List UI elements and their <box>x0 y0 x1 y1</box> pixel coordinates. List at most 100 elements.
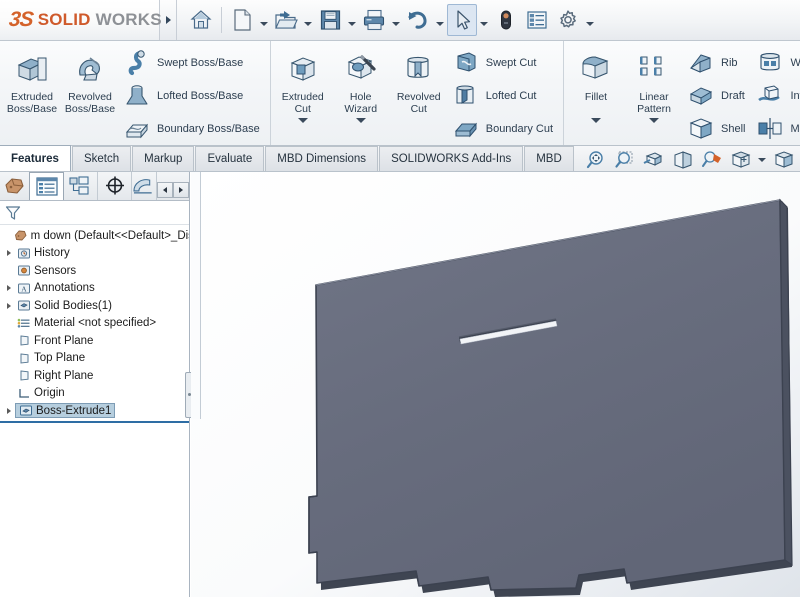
tree-item-front-plane[interactable]: Front Plane <box>0 332 189 350</box>
new-document-dropdown[interactable] <box>258 4 270 36</box>
intersect-button[interactable]: Intersect <box>752 80 800 113</box>
solid-bodies-icon <box>15 299 32 312</box>
boss-base-group: Extruded Boss/Base Revolved Boss/Base Sw… <box>0 41 270 145</box>
tree-item-root[interactable]: m down (Default<<Default>_Displa <box>0 227 189 245</box>
select-dropdown[interactable] <box>478 4 490 36</box>
tab-mbd[interactable]: MBD <box>524 146 574 171</box>
wrap-button[interactable]: Wrap <box>752 47 800 80</box>
extruded-cut-dropdown[interactable] <box>297 118 308 141</box>
tree-expander[interactable] <box>2 285 15 292</box>
tree-expander[interactable] <box>2 250 15 257</box>
fillet-dropdown[interactable] <box>591 118 601 141</box>
features-small-buttons-2: Wrap Intersect <box>752 43 800 145</box>
mirror-button[interactable]: Mirror <box>752 112 800 145</box>
revolved-cut-button[interactable]: Revolved Cut <box>390 43 448 145</box>
tab-features[interactable]: Features <box>0 145 71 171</box>
tree-expander[interactable] <box>2 302 15 309</box>
display-style-button[interactable] <box>698 148 725 172</box>
linear-pattern-dropdown[interactable] <box>649 118 659 141</box>
chevron-down-icon <box>757 158 766 162</box>
feature-tree-flyout-edge[interactable] <box>191 172 201 419</box>
logo-works-text: WORKS <box>95 10 162 29</box>
hole-wizard-button[interactable]: Hole Wizard <box>332 43 390 145</box>
chevron-down-icon <box>436 22 444 26</box>
print-button[interactable] <box>359 4 389 36</box>
swept-boss-base-button[interactable]: Swept Boss/Base <box>119 47 267 80</box>
solidworks-logo[interactable]: 3S SOLID WORKS <box>0 0 162 40</box>
open-document-dropdown[interactable] <box>302 4 314 36</box>
undo-dropdown[interactable] <box>434 4 446 36</box>
open-document-button[interactable] <box>271 4 301 36</box>
quick-access-toolbar: 3S SOLID WORKS <box>0 0 800 41</box>
zoom-to-fit-button[interactable] <box>582 148 609 172</box>
revolve-cut-icon <box>402 51 436 89</box>
tree-item-solid-bodies[interactable]: Solid Bodies(1) <box>0 297 189 315</box>
tree-item-boss-extrude1[interactable]: Boss-Extrude1 <box>0 402 189 420</box>
save-button[interactable] <box>315 4 345 36</box>
section-view-button[interactable] <box>669 148 696 172</box>
fillet-button[interactable]: Fillet <box>567 43 625 145</box>
boss-extrude-icon <box>17 404 34 417</box>
lofted-cut-label: Lofted Cut <box>485 90 537 102</box>
revolved-boss-base-button[interactable]: Revolved Boss/Base <box>61 43 119 145</box>
draft-button[interactable]: Draft <box>683 80 752 113</box>
new-document-button[interactable] <box>227 4 257 36</box>
swept-cut-button[interactable]: Swept Cut <box>448 47 560 80</box>
panel-next-button[interactable] <box>173 182 190 198</box>
feature-manager-tree-tab[interactable] <box>29 172 64 200</box>
display-options-button[interactable] <box>522 4 552 36</box>
hole-wizard-dropdown[interactable] <box>355 118 366 141</box>
zoom-to-area-button[interactable] <box>611 148 638 172</box>
select-button[interactable] <box>447 4 477 36</box>
configuration-manager-tab[interactable] <box>98 172 133 200</box>
tab-solidworks-add-ins[interactable]: SOLIDWORKS Add-Ins <box>379 146 524 171</box>
swept-boss-base-label: Swept Boss/Base <box>157 57 244 70</box>
appearance-button[interactable] <box>769 148 796 172</box>
lofted-cut-button[interactable]: Lofted Cut <box>448 80 560 113</box>
feature-manager-part-tab[interactable] <box>0 172 29 200</box>
boundary-boss-base-button[interactable]: Boundary Boss/Base <box>119 112 267 145</box>
measure-button[interactable] <box>491 4 521 36</box>
feature-tree-filter-bar[interactable] <box>0 201 189 225</box>
zoom-fit-icon <box>586 151 603 169</box>
toolbar-expand-button[interactable] <box>160 0 177 40</box>
tree-item-annotations[interactable]: A Annotations <box>0 280 189 298</box>
rib-button[interactable]: Rib <box>683 47 752 80</box>
material-icon <box>15 317 32 330</box>
save-dropdown[interactable] <box>346 4 358 36</box>
options-button[interactable] <box>553 4 583 36</box>
tab-sketch[interactable]: Sketch <box>71 146 132 171</box>
view-orientation-button[interactable] <box>640 148 667 172</box>
options-dropdown[interactable] <box>584 4 596 36</box>
graphics-area[interactable] <box>191 172 800 597</box>
feature-tree-rollback-bar[interactable] <box>0 420 189 423</box>
tree-item-origin[interactable]: Origin <box>0 385 189 403</box>
extruded-cut-button[interactable]: Extruded Cut <box>274 43 332 145</box>
tree-item-right-plane[interactable]: Right Plane <box>0 367 189 385</box>
tree-item-sensors[interactable]: Sensors <box>0 262 189 280</box>
tab-evaluate[interactable]: Evaluate <box>195 146 265 171</box>
dimxpert-manager-tab[interactable] <box>132 172 158 200</box>
tree-item-material[interactable]: Material <not specified> <box>0 315 189 333</box>
property-manager-tab[interactable] <box>64 172 99 200</box>
home-button[interactable] <box>186 4 216 36</box>
shell-button[interactable]: Shell <box>683 112 752 145</box>
tab-mbd-dimensions[interactable]: MBD Dimensions <box>265 146 379 171</box>
tab-markup[interactable]: Markup <box>132 146 195 171</box>
tree-expander[interactable] <box>2 407 15 414</box>
boss-base-small-buttons: Swept Boss/Base Lofted Boss/Base Boundar… <box>119 43 267 145</box>
panel-prev-button[interactable] <box>157 182 174 198</box>
lofted-cut-icon <box>451 82 481 110</box>
lofted-boss-base-button[interactable]: Lofted Boss/Base <box>119 80 267 113</box>
undo-button[interactable] <box>403 4 433 36</box>
extruded-boss-base-button[interactable]: Extruded Boss/Base <box>3 43 61 145</box>
print-dropdown[interactable] <box>390 4 402 36</box>
tree-item-history[interactable]: History <box>0 245 189 263</box>
model-render[interactable] <box>191 172 800 597</box>
hide-show-dropdown[interactable] <box>756 148 767 172</box>
boundary-cut-button[interactable]: Boundary Cut <box>448 112 560 145</box>
tree-item-top-plane[interactable]: Top Plane <box>0 350 189 368</box>
features-group: Fillet Linear Pattern Rib Draft Shell W … <box>563 41 800 145</box>
linear-pattern-button[interactable]: Linear Pattern <box>625 43 683 145</box>
hide-show-items-button[interactable] <box>727 148 754 172</box>
